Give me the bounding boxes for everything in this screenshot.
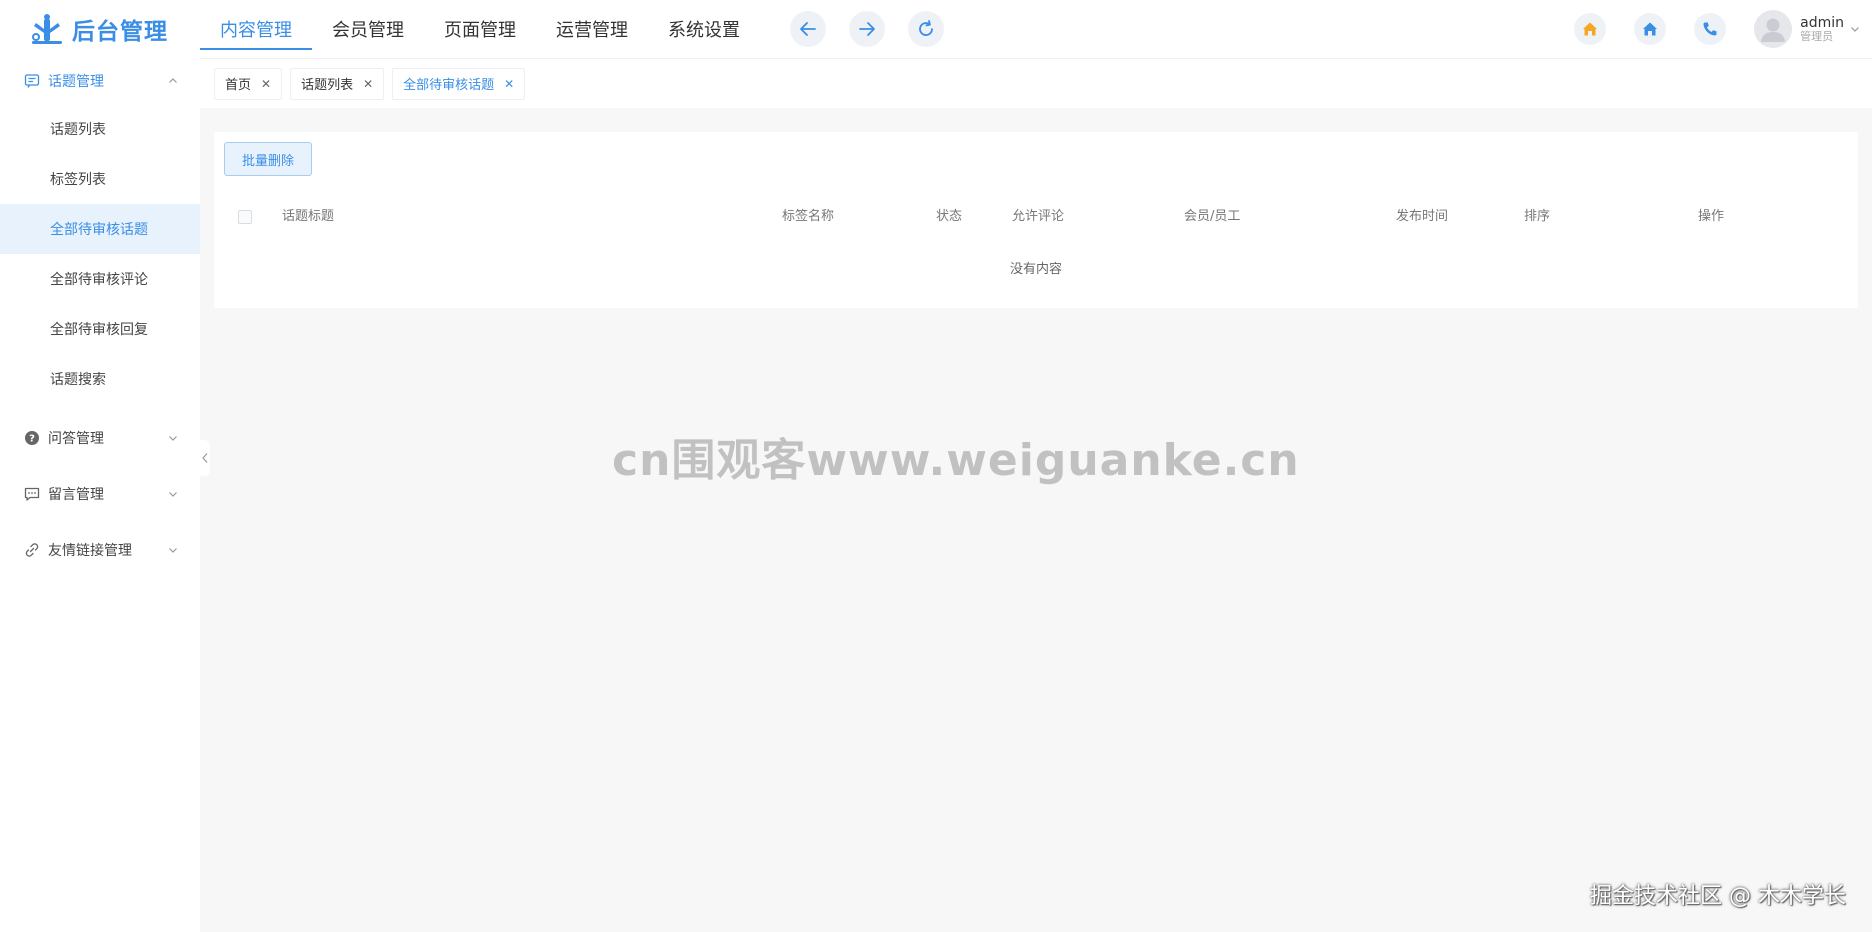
sidebar-item-topic-list[interactable]: 话题列表	[0, 104, 200, 154]
sidebar-item-topic-search[interactable]: 话题搜索	[0, 354, 200, 404]
phone-button[interactable]	[1694, 13, 1727, 45]
column-header-member: 会员/员工	[1184, 209, 1241, 224]
column-header-actions: 操作	[1698, 209, 1725, 224]
user-icon	[1761, 18, 1786, 42]
chevron-down-icon	[169, 492, 177, 497]
home-icon	[1583, 22, 1598, 36]
sidebar-group-label: 友情链接管理	[48, 543, 132, 559]
sidebar-collapse-handle[interactable]	[200, 440, 210, 476]
user-name: admin	[1800, 14, 1844, 31]
top-header: 后台管理 内容管理 会员管理 页面管理 运营管理 系统设置 admin 管理员	[0, 0, 1872, 58]
select-all-checkbox[interactable]	[238, 210, 252, 224]
chevron-down-icon	[169, 436, 177, 441]
sidebar-group-qa[interactable]: ? 问答管理	[0, 416, 200, 460]
watermark-center: cn围观客www.weiguanke.cn	[612, 435, 1300, 486]
top-nav: 内容管理 会员管理 页面管理 运营管理 系统设置	[200, 0, 760, 58]
nav-tools	[790, 11, 944, 47]
watermark-bottom: 掘金技术社区 @ 木木学长	[1590, 884, 1846, 909]
column-header-status: 状态	[936, 209, 963, 224]
sidebar-group-topics[interactable]: 话题管理	[0, 58, 200, 104]
refresh-button[interactable]	[908, 11, 944, 47]
column-header-allow-comment: 允许评论	[1012, 209, 1065, 224]
close-icon[interactable]: ✕	[261, 78, 271, 90]
sidebar: 话题管理 话题列表 标签列表 全部待审核话题 全部待审核评论 全部待审核回复 话…	[0, 58, 200, 932]
user-role: 管理员	[1800, 29, 1834, 43]
sidebar-group-label: 话题管理	[48, 74, 104, 90]
batch-delete-button[interactable]: 批量删除	[224, 142, 312, 176]
sidebar-item-pending-topics[interactable]: 全部待审核话题	[0, 204, 200, 254]
back-button[interactable]	[790, 11, 826, 47]
tab-topic-list[interactable]: 话题列表 ✕	[290, 67, 385, 100]
message-icon	[24, 486, 40, 502]
home-blue-button[interactable]	[1634, 13, 1667, 45]
chevron-left-icon	[202, 453, 208, 463]
tab-pending-topics[interactable]: 全部待审核话题 ✕	[392, 67, 526, 100]
chat-icon	[24, 73, 40, 89]
sidebar-group-label: 留言管理	[48, 487, 104, 503]
tabs-bar: 首页 ✕ 话题列表 ✕ 全部待审核话题 ✕	[200, 58, 1872, 108]
header-right: admin 管理员	[1574, 0, 1872, 58]
tab-label: 全部待审核话题	[403, 78, 495, 93]
column-header-tag: 标签名称	[782, 209, 835, 224]
link-icon	[24, 542, 40, 558]
top-nav-pages[interactable]: 页面管理	[424, 0, 536, 58]
close-icon[interactable]: ✕	[363, 78, 373, 90]
user-menu[interactable]: admin 管理员	[1754, 10, 1860, 48]
top-nav-content[interactable]: 内容管理	[200, 0, 312, 58]
svg-text:?: ?	[29, 434, 35, 445]
sidebar-item-pending-replies[interactable]: 全部待审核回复	[0, 304, 200, 354]
arrow-left-icon	[800, 22, 816, 36]
top-nav-operations[interactable]: 运营管理	[536, 0, 648, 58]
top-nav-members[interactable]: 会员管理	[312, 0, 424, 58]
chevron-down-icon	[169, 548, 177, 553]
home-orange-button[interactable]	[1574, 13, 1607, 45]
sidebar-item-pending-comments[interactable]: 全部待审核评论	[0, 254, 200, 304]
logo-text: 后台管理	[72, 19, 168, 45]
sidebar-group-links[interactable]: 友情链接管理	[0, 528, 200, 572]
column-header-publish-time: 发布时间	[1396, 209, 1449, 224]
refresh-icon	[919, 20, 933, 36]
tab-home[interactable]: 首页 ✕	[214, 67, 283, 100]
column-header-sort: 排序	[1524, 209, 1551, 224]
chevron-down-icon	[1851, 27, 1859, 32]
arrow-right-icon	[859, 22, 875, 36]
table-header: 话题标题 标签名称 状态 允许评论 会员/员工 发布时间 排序 操作	[214, 202, 1858, 232]
chevron-up-icon	[169, 78, 177, 83]
tab-label: 话题列表	[301, 78, 354, 93]
phone-icon	[1703, 22, 1717, 36]
question-icon: ?	[24, 430, 40, 446]
home-icon	[1643, 22, 1658, 36]
empty-state: 没有内容	[1009, 262, 1062, 277]
sidebar-item-tag-list[interactable]: 标签列表	[0, 154, 200, 204]
sidebar-group-label: 问答管理	[48, 431, 104, 447]
close-icon[interactable]: ✕	[504, 78, 514, 90]
column-header-title: 话题标题	[282, 209, 335, 224]
avatar	[1754, 10, 1793, 48]
tab-label: 首页	[225, 78, 252, 93]
user-info: admin 管理员	[1800, 15, 1844, 44]
logo[interactable]: 后台管理	[0, 0, 200, 58]
top-nav-settings[interactable]: 系统设置	[648, 0, 760, 58]
logo-icon	[30, 13, 66, 45]
sidebar-group-messages[interactable]: 留言管理	[0, 472, 200, 516]
content-card: 批量删除 话题标题 标签名称 状态 允许评论 会员/员工 发布时间 排序 操作 …	[214, 132, 1858, 308]
forward-button[interactable]	[849, 11, 885, 47]
